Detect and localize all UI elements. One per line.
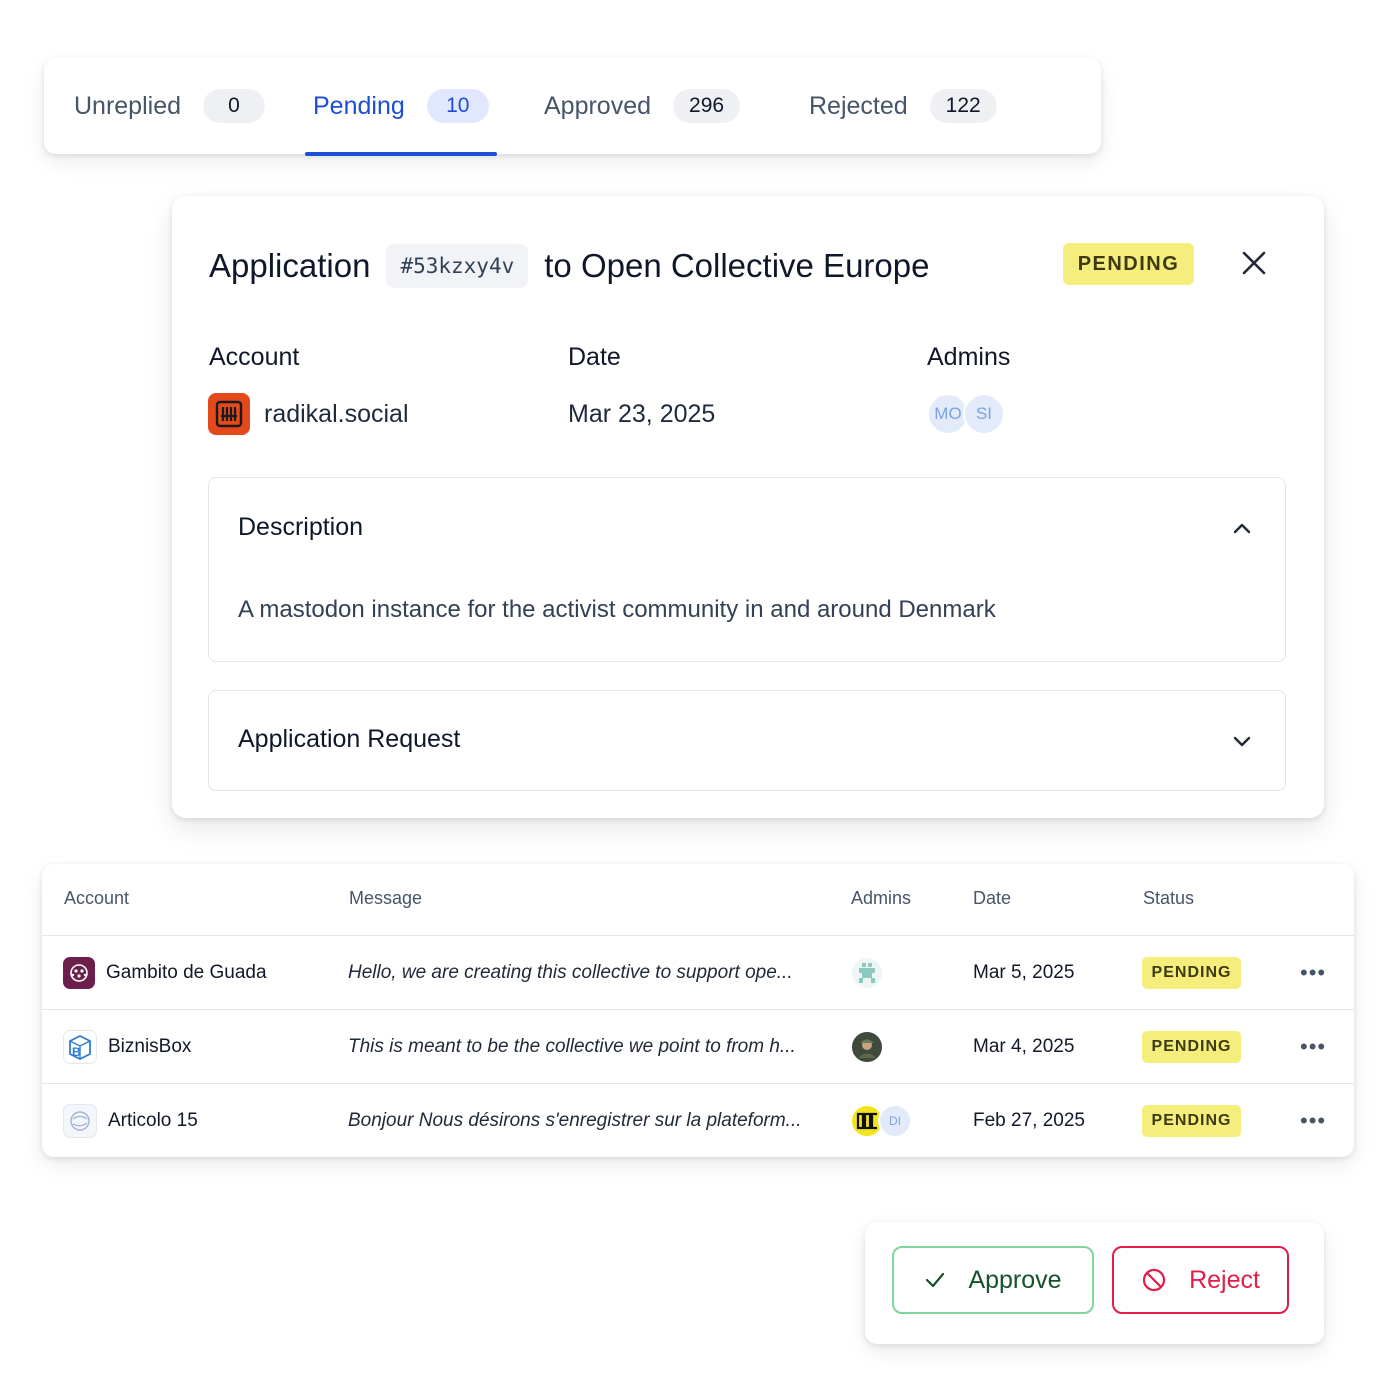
title-suffix: to Open Collective Europe — [544, 247, 930, 284]
column-header-message: Message — [349, 888, 423, 908]
tab-rejected[interactable]: Rejected 122 — [809, 58, 997, 154]
ban-icon — [1142, 1268, 1166, 1292]
row-date: Feb 27, 2025 — [973, 1110, 1085, 1131]
description-text: A mastodon instance for the activist com… — [238, 596, 996, 623]
tab-count: 0 — [203, 89, 266, 123]
avatar[interactable] — [850, 1030, 884, 1064]
row-status: PENDING — [1142, 1084, 1241, 1157]
account-avatar — [208, 393, 250, 435]
tab-label: Unreplied — [74, 91, 182, 120]
reject-label: Reject — [1189, 1265, 1260, 1294]
approve-label: Approve — [968, 1265, 1062, 1294]
chevron-down-icon[interactable] — [1229, 728, 1255, 754]
chevron-up-icon[interactable] — [1229, 516, 1255, 542]
application-id: #53kzxy4v — [386, 244, 529, 288]
description-section: Description A mastodon instance for the … — [208, 477, 1286, 662]
avatar[interactable]: SI — [963, 393, 1005, 435]
row-admins: DI — [850, 1084, 912, 1157]
column-header-status: Status — [1143, 888, 1195, 908]
row-message: Bonjour Nous désirons s'enregistrer sur … — [348, 1110, 802, 1131]
account-name: Gambito de Guada — [106, 962, 267, 983]
more-icon: ••• — [1300, 1034, 1327, 1059]
application-date: Mar 23, 2025 — [568, 399, 716, 428]
more-icon: ••• — [1300, 960, 1327, 985]
admins-label: Admins — [927, 343, 1011, 371]
row-account[interactable]: B BiznisBox — [63, 1010, 191, 1084]
approve-button[interactable]: Approve — [892, 1246, 1094, 1314]
admins-list: MO SI — [927, 392, 1005, 436]
tab-count: 122 — [929, 89, 997, 123]
row-message: This is meant to be the collective we po… — [348, 1036, 796, 1057]
row-date: Mar 5, 2025 — [973, 962, 1075, 983]
application-request-title: Application Request — [238, 725, 461, 753]
tab-label: Rejected — [809, 91, 908, 120]
tab-pending[interactable]: Pending 10 — [305, 58, 497, 156]
row-actions-button[interactable]: ••• — [1300, 1084, 1326, 1157]
account-avatar — [63, 1104, 97, 1138]
date-label: Date — [568, 343, 621, 371]
applications-table: Account Message Admins Date Status Gambi… — [42, 864, 1354, 1157]
description-title: Description — [238, 513, 364, 541]
account-link[interactable]: radikal.social — [208, 392, 409, 436]
status-badge: PENDING — [1142, 1031, 1241, 1063]
column-header-date: Date — [973, 888, 1012, 908]
application-details-panel: Application #53kzxy4v to Open Collective… — [172, 196, 1324, 818]
account-avatar: B — [63, 1030, 97, 1064]
tab-count: 296 — [673, 89, 741, 123]
row-account[interactable]: Gambito de Guada — [63, 936, 267, 1010]
tab-label: Approved — [544, 91, 652, 120]
avatar[interactable] — [850, 956, 884, 990]
account-name: radikal.social — [264, 399, 409, 428]
tab-unreplied[interactable]: Unreplied 0 — [74, 58, 266, 154]
tab-approved[interactable]: Approved 296 — [544, 58, 741, 154]
row-actions-button[interactable]: ••• — [1300, 936, 1326, 1010]
status-badge: PENDING — [1142, 957, 1241, 989]
application-title: Application #53kzxy4v to Open Collective… — [209, 240, 929, 292]
title-prefix: Application — [209, 247, 371, 284]
svg-text:B: B — [72, 1045, 81, 1059]
table-row[interactable]: Articolo 15 Bonjour Nous désirons s'enre… — [42, 1083, 1354, 1157]
row-message: Hello, we are creating this collective t… — [348, 962, 793, 983]
avatar[interactable]: DI — [878, 1104, 912, 1138]
row-status: PENDING — [1142, 936, 1241, 1010]
tab-label: Pending — [313, 91, 405, 120]
account-name: BiznisBox — [108, 1036, 192, 1057]
row-admins — [850, 1010, 884, 1084]
close-button[interactable] — [1236, 245, 1272, 281]
application-request-section[interactable]: Application Request — [208, 690, 1286, 791]
more-icon: ••• — [1300, 1108, 1327, 1133]
row-status: PENDING — [1142, 1010, 1241, 1084]
account-label: Account — [209, 343, 300, 371]
close-icon — [1242, 251, 1266, 275]
reject-button[interactable]: Reject — [1112, 1246, 1289, 1314]
table-row[interactable]: B BiznisBox This is meant to be the coll… — [42, 1009, 1354, 1084]
status-tabs: Unreplied 0 Pending 10 Approved 296 Reje… — [44, 58, 1101, 156]
row-account[interactable]: Articolo 15 — [63, 1084, 198, 1157]
column-header-admins: Admins — [851, 888, 912, 908]
table-row[interactable]: Gambito de Guada Hello, we are creating … — [42, 935, 1354, 1010]
row-actions-button[interactable]: ••• — [1300, 1010, 1326, 1084]
tab-count: 10 — [426, 89, 489, 123]
account-name: Articolo 15 — [108, 1110, 198, 1131]
row-admins — [850, 936, 884, 1010]
row-date: Mar 4, 2025 — [973, 1036, 1075, 1057]
status-badge: PENDING — [1063, 243, 1194, 285]
status-badge: PENDING — [1142, 1105, 1241, 1137]
check-icon — [926, 1272, 945, 1288]
account-avatar — [63, 957, 95, 989]
decision-actions: Approve Reject — [865, 1222, 1324, 1344]
column-header-account: Account — [64, 888, 130, 908]
